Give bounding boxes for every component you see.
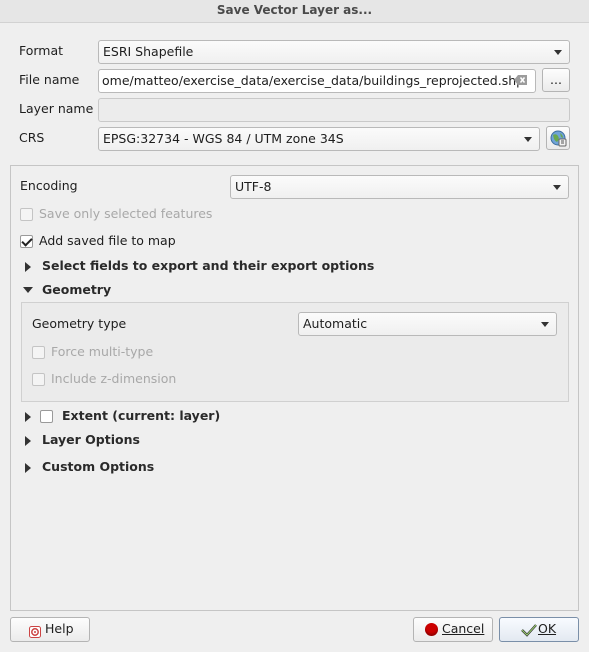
chevron-down-icon — [553, 185, 561, 190]
crs-value: EPSG:32734 - WGS 84 / UTM zone 34S — [103, 131, 344, 146]
help-icon — [29, 623, 41, 638]
help-label: Help — [45, 621, 74, 636]
ok-button[interactable]: OK — [499, 617, 579, 642]
select-fields-section[interactable]: Select fields to export and their export… — [42, 257, 374, 275]
check-icon — [521, 622, 537, 637]
geometry-type-combobox[interactable]: Automatic — [298, 312, 557, 336]
filename-input[interactable]: ome/matteo/exercise_data/exercise_data/b… — [98, 69, 536, 93]
help-button[interactable]: Help — [10, 617, 90, 642]
crs-label: CRS — [19, 130, 45, 145]
chevron-down-icon — [554, 50, 562, 55]
include-z-label: Include z-dimension — [51, 371, 177, 386]
format-label: Format — [19, 43, 64, 58]
custom-options-section[interactable]: Custom Options — [42, 458, 154, 476]
extent-section[interactable]: Extent (current: layer) — [62, 407, 220, 425]
crs-combobox[interactable]: EPSG:32734 - WGS 84 / UTM zone 34S — [98, 127, 540, 151]
collapse-down-icon[interactable] — [23, 287, 33, 293]
add-to-map-checkbox[interactable] — [20, 235, 33, 248]
browse-button[interactable]: ... — [542, 68, 570, 92]
encoding-value: UTF-8 — [235, 179, 272, 194]
add-to-map-label: Add saved file to map — [39, 233, 176, 248]
layername-label: Layer name — [19, 101, 94, 116]
window-title: Save Vector Layer as... — [0, 0, 589, 23]
filename-value: ome/matteo/exercise_data/exercise_data/b… — [102, 73, 525, 88]
cancel-icon — [425, 623, 438, 636]
geometry-section[interactable]: Geometry — [42, 281, 111, 299]
format-value: ESRI Shapefile — [103, 44, 194, 59]
layername-input[interactable] — [98, 98, 570, 122]
cancel-button[interactable]: Cancel — [413, 617, 493, 642]
expand-right-icon[interactable] — [25, 262, 31, 272]
force-multi-label: Force multi-type — [51, 344, 154, 359]
expand-right-icon[interactable] — [25, 412, 31, 422]
encoding-combobox[interactable]: UTF-8 — [230, 175, 569, 199]
save-selected-checkbox[interactable] — [20, 208, 33, 221]
chevron-down-icon — [524, 137, 532, 142]
save-selected-label: Save only selected features — [39, 206, 213, 221]
clear-icon[interactable] — [514, 74, 528, 86]
include-z-checkbox[interactable] — [32, 373, 45, 386]
crs-selector-button[interactable] — [546, 126, 570, 150]
force-multi-checkbox[interactable] — [32, 346, 45, 359]
ok-label: OK — [538, 621, 557, 636]
filename-label: File name — [19, 72, 80, 87]
cancel-label: Cancel — [442, 621, 485, 636]
chevron-down-icon — [541, 322, 549, 327]
encoding-label: Encoding — [20, 178, 78, 193]
format-combobox[interactable]: ESRI Shapefile — [98, 40, 570, 64]
layer-options-section[interactable]: Layer Options — [42, 431, 140, 449]
expand-right-icon[interactable] — [25, 436, 31, 446]
globe-icon — [550, 130, 567, 147]
extent-checkbox[interactable] — [40, 410, 53, 423]
expand-right-icon[interactable] — [25, 463, 31, 473]
geometry-type-value: Automatic — [303, 316, 368, 331]
geometry-type-label: Geometry type — [32, 316, 127, 331]
